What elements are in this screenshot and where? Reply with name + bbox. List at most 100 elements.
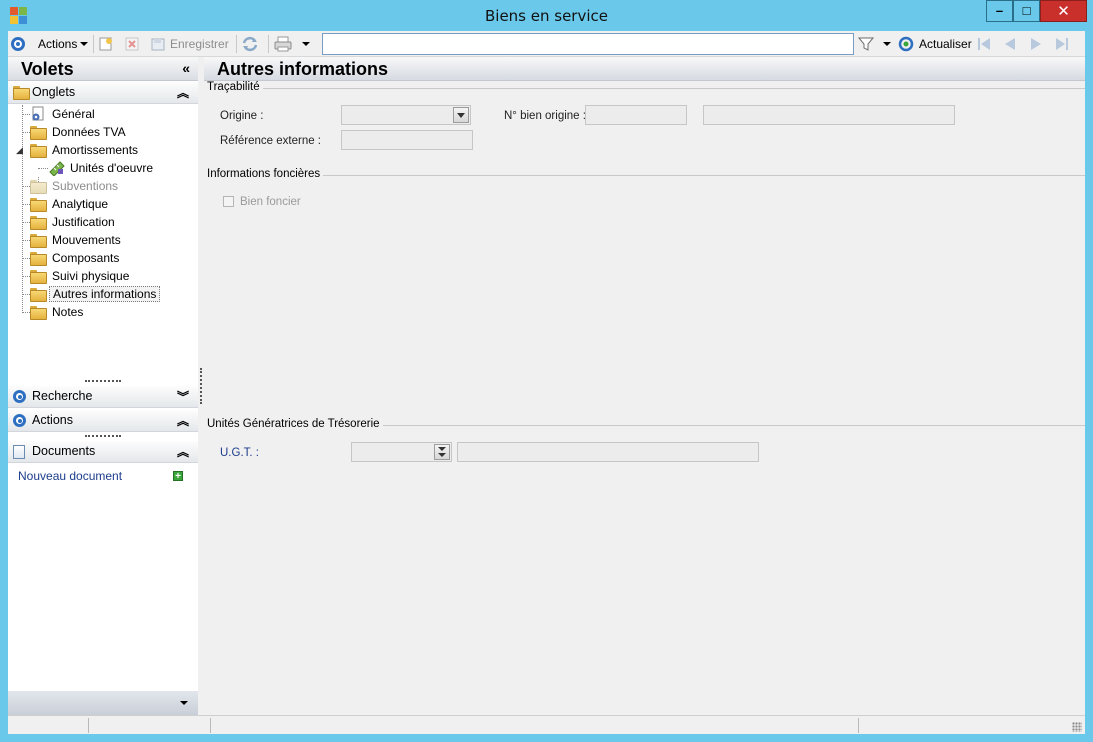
minimize-button[interactable]: – bbox=[986, 0, 1013, 22]
expand-triangle-icon[interactable]: ◢ bbox=[16, 145, 23, 156]
new-document-link[interactable]: Nouveau document bbox=[18, 467, 122, 485]
first-icon bbox=[978, 38, 990, 50]
new-doc-icon bbox=[99, 37, 112, 51]
bien-foncier-checkbox[interactable] bbox=[223, 196, 234, 207]
chevron-down-double-icon[interactable]: ︾ bbox=[177, 388, 189, 405]
previous-record-button[interactable] bbox=[1002, 34, 1018, 54]
tree-item-unites-oeuvre[interactable]: Unités d'oeuvre bbox=[48, 159, 153, 177]
ugt-description-field[interactable] bbox=[457, 442, 759, 462]
new-button[interactable] bbox=[98, 34, 114, 54]
volets-title: Volets bbox=[21, 59, 74, 79]
chevron-down-double-icon[interactable] bbox=[434, 444, 450, 460]
folder-icon bbox=[13, 86, 30, 100]
search-input[interactable] bbox=[323, 34, 853, 54]
refresh-button[interactable]: Actualiser bbox=[898, 34, 972, 54]
n-bien-origine-description-field[interactable] bbox=[703, 105, 955, 125]
search-box[interactable] bbox=[322, 33, 854, 55]
onglets-section-header[interactable]: Onglets ︽ bbox=[8, 82, 198, 104]
reference-externe-field[interactable] bbox=[341, 130, 473, 150]
tree-item-autres-informations[interactable]: Autres informations bbox=[30, 285, 161, 303]
toolbar-separator bbox=[268, 35, 269, 53]
sync-button[interactable] bbox=[241, 34, 259, 54]
prev-icon bbox=[1005, 38, 1015, 50]
folder-icon bbox=[30, 306, 47, 320]
next-icon bbox=[1031, 38, 1041, 50]
add-document-icon[interactable]: + bbox=[173, 471, 183, 482]
documents-section-header[interactable]: Documents ︽ bbox=[8, 441, 198, 463]
expander-amortissements[interactable]: ◢ bbox=[16, 141, 23, 159]
filter-button[interactable] bbox=[858, 34, 874, 54]
target-button[interactable] bbox=[11, 34, 25, 54]
close-button[interactable]: ✕ bbox=[1040, 0, 1087, 22]
open-folder-icon bbox=[30, 288, 47, 302]
tree-item-analytique[interactable]: Analytique bbox=[30, 195, 108, 213]
splitter-grip[interactable] bbox=[85, 435, 121, 437]
chevron-up-double-icon[interactable]: ︽ bbox=[177, 84, 189, 101]
reference-externe-label: Référence externe : bbox=[220, 135, 322, 147]
splitter-grip[interactable] bbox=[85, 380, 121, 382]
delete-icon bbox=[125, 37, 139, 51]
tree-item-donnees-tva[interactable]: Données TVA bbox=[30, 123, 126, 141]
group-divider bbox=[207, 175, 1085, 176]
maximize-button[interactable]: □ bbox=[1013, 0, 1040, 22]
last-icon bbox=[1056, 38, 1068, 50]
new-document-label: Nouveau document bbox=[18, 469, 123, 483]
tree-item-suivi-physique[interactable]: Suivi physique bbox=[30, 267, 129, 285]
volets-panel: Volets « Onglets ︽ Général Données TVA ◢… bbox=[8, 57, 198, 717]
main-header: Autres informations bbox=[204, 57, 1085, 81]
tree-item-label: Unités d'oeuvre bbox=[70, 161, 154, 175]
title-bar[interactable]: Biens en service – □ ✕ bbox=[0, 0, 1093, 31]
filter-icon bbox=[858, 37, 874, 51]
panel-options-strip[interactable] bbox=[8, 691, 198, 715]
origine-label: Origine : bbox=[220, 110, 264, 122]
actions-menu-button[interactable]: Actions bbox=[38, 34, 89, 54]
volets-header: Volets « bbox=[8, 57, 198, 81]
n-bien-origine-field[interactable] bbox=[585, 105, 687, 125]
chevron-down-icon[interactable] bbox=[453, 107, 469, 123]
tree-item-mouvements[interactable]: Mouvements bbox=[30, 231, 121, 249]
folder-icon bbox=[30, 126, 47, 140]
save-icon bbox=[151, 38, 165, 51]
chevron-down-icon[interactable] bbox=[180, 701, 188, 705]
actions-section-header[interactable]: Actions ︽ bbox=[8, 410, 198, 432]
first-record-button[interactable] bbox=[976, 34, 992, 54]
print-icon bbox=[274, 36, 292, 52]
folder-icon bbox=[30, 198, 47, 212]
delete-button[interactable] bbox=[124, 34, 140, 54]
chevron-up-double-icon[interactable]: ︽ bbox=[177, 412, 189, 429]
onglets-tree: Général Données TVA ◢ Amortissements Uni… bbox=[8, 105, 198, 405]
ugt-combo[interactable] bbox=[351, 442, 452, 462]
chevron-up-double-icon[interactable]: ︽ bbox=[177, 443, 189, 460]
origine-combo[interactable] bbox=[341, 105, 471, 125]
documents-label: Documents bbox=[32, 444, 96, 458]
ugt-group-title: Unités Génératrices de Trésorerie bbox=[207, 418, 383, 430]
tree-item-notes[interactable]: Notes bbox=[30, 303, 83, 321]
tree-item-justification[interactable]: Justification bbox=[30, 213, 115, 231]
last-record-button[interactable] bbox=[1054, 34, 1070, 54]
refresh-icon bbox=[898, 36, 914, 52]
tree-item-label: Autres informations bbox=[49, 286, 161, 302]
tree-item-subventions[interactable]: Subventions bbox=[30, 177, 118, 195]
recherche-section-header[interactable]: Recherche ︾ bbox=[8, 386, 198, 408]
print-dropdown-button[interactable] bbox=[299, 34, 310, 54]
collapse-panel-icon[interactable]: « bbox=[182, 60, 190, 76]
document-icon bbox=[13, 445, 25, 459]
save-button[interactable]: Enregistrer bbox=[150, 34, 229, 54]
application-window: Biens en service – □ ✕ Actions Enregistr… bbox=[0, 0, 1093, 742]
tree-item-label: Données TVA bbox=[52, 125, 126, 139]
vertical-splitter[interactable] bbox=[200, 368, 202, 404]
filter-dropdown-button[interactable] bbox=[880, 34, 891, 54]
resize-grip-icon[interactable] bbox=[1072, 722, 1082, 732]
tree-item-amortissements[interactable]: Amortissements bbox=[30, 141, 138, 159]
close-icon: ✕ bbox=[1057, 3, 1070, 20]
toolbar-separator bbox=[236, 35, 237, 53]
next-record-button[interactable] bbox=[1028, 34, 1044, 54]
folder-icon bbox=[30, 144, 47, 158]
print-button[interactable] bbox=[274, 34, 292, 54]
folder-icon bbox=[30, 180, 47, 194]
folder-icon bbox=[30, 270, 47, 284]
tree-item-label: Subventions bbox=[52, 179, 119, 193]
folder-icon bbox=[30, 234, 47, 248]
tree-item-general[interactable]: Général bbox=[30, 105, 95, 123]
tree-item-composants[interactable]: Composants bbox=[30, 249, 119, 267]
